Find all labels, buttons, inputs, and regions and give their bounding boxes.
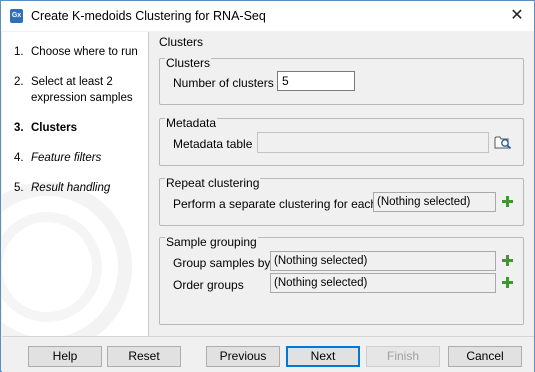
help-button[interactable]: Help [28,346,102,367]
group-legend: Sample grouping [165,235,258,249]
group-legend: Repeat clustering [165,176,261,190]
order-groups-select[interactable]: (Nothing selected) [270,273,496,293]
separate-clustering-label: Perform a separate clustering for each [173,197,378,211]
wizard-content: Clusters Clusters Number of clusters 5 M… [152,32,532,336]
step-choose-where-to-run: 1. Choose where to run [14,44,143,60]
step-select-samples: 2. Select at least 2 expression samples [14,74,143,106]
metadata-table-label: Metadata table [173,137,253,151]
group-legend: Clusters [165,56,212,70]
group-samples-by-select[interactable]: (Nothing selected) [270,251,496,271]
separate-clustering-select[interactable]: (Nothing selected) [373,192,496,212]
step-clusters: 3. Clusters [14,120,143,136]
window-title: Create K-medoids Clustering for RNA-Seq [31,9,266,23]
step-label: Choose where to run [31,46,138,58]
dialog-window: Gx Create K-medoids Clustering for RNA-S… [0,0,535,372]
number-of-clusters-input[interactable]: 5 [277,71,355,91]
button-bar: Help Reset Previous Next Finish Cancel [2,336,534,372]
add-icon[interactable] [502,196,513,207]
metadata-group: Metadata Metadata table [159,116,524,166]
close-button[interactable]: ✕ [500,1,534,31]
step-label: Result handling [31,182,111,194]
title-bar[interactable]: Gx Create K-medoids Clustering for RNA-S… [1,1,534,31]
cancel-button[interactable]: Cancel [448,346,522,367]
next-button[interactable]: Next [286,346,360,367]
add-icon[interactable] [502,277,513,288]
step-label: Select at least 2 expression samples [31,76,133,104]
reset-button[interactable]: Reset [107,346,181,367]
step-feature-filters: 4. Feature filters [14,150,143,166]
previous-button[interactable]: Previous [206,346,280,367]
sample-grouping-group: Sample grouping Group samples by (Nothin… [159,235,524,325]
page-title: Clusters [159,35,204,49]
finish-button[interactable]: Finish [366,346,440,367]
repeat-clustering-group: Repeat clustering Perform a separate clu… [159,176,524,226]
group-samples-by-label: Group samples by [173,256,271,270]
step-number: 4. [14,152,24,164]
step-label: Clusters [31,122,78,134]
step-number: 3. [14,122,24,134]
step-number: 5. [14,182,24,194]
order-groups-label: Order groups [173,278,244,292]
step-result-handling: 5. Result handling [14,180,143,196]
app-icon: Gx [10,9,23,23]
step-number: 2. [14,76,24,88]
step-label: Feature filters [31,152,102,164]
wizard-steps-panel: 1. Choose where to run 2. Select at least … [2,32,149,336]
clusters-group: Clusters Number of clusters 5 [159,56,524,105]
add-icon[interactable] [502,255,513,266]
group-legend: Metadata [165,116,218,130]
folder-browse-icon[interactable] [494,134,512,150]
step-number: 1. [14,46,24,58]
number-of-clusters-label: Number of clusters [173,76,274,90]
metadata-table-field[interactable] [257,132,489,153]
